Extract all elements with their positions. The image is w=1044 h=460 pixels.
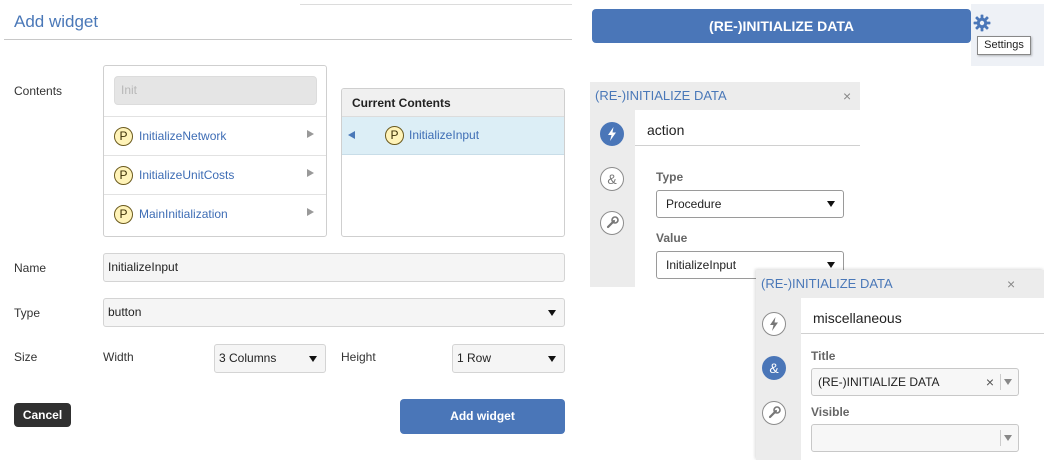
wrench-icon[interactable] [600,211,624,235]
panel-content: miscellaneous Title (RE-)INITIALIZE DATA… [801,298,1044,460]
list-item-initialize-unit-costs[interactable]: P InitializeUnitCosts [104,155,326,194]
width-select-value: 3 Columns [219,351,277,365]
name-label: Name [14,261,47,275]
ampersand-icon[interactable]: & [600,167,624,191]
name-field[interactable]: InitializeInput [103,253,565,282]
select-divider [1000,374,1001,390]
title-select[interactable]: (RE-)INITIALIZE DATA × [811,368,1019,396]
chevron-down-icon [309,356,317,362]
lightning-icon[interactable] [762,312,786,336]
height-label: Height [341,350,376,364]
panel-title: (RE-)INITIALIZE DATA [590,82,860,110]
dialog-title-divider [4,39,572,40]
procedure-icon: P [114,205,133,224]
chevron-down-icon [827,201,835,207]
width-select[interactable]: 3 Columns [214,344,326,373]
title-label: Title [811,349,836,363]
list-item-main-initialization[interactable]: P MainInitialization [104,194,326,233]
visible-label: Visible [811,405,850,419]
chevron-down-icon [1004,435,1012,441]
lightning-icon[interactable] [600,122,624,146]
chevron-down-icon [548,310,556,316]
size-label: Size [14,350,38,364]
add-widget-button[interactable]: Add widget [400,399,565,434]
available-items-list: Init P InitializeNetwork P InitializeUni… [103,65,327,237]
current-contents-list: Current Contents P InitializeInput [341,88,565,237]
list-item-label: MainInitialization [139,207,228,221]
type-label: Type [656,170,684,184]
type-select-value: button [108,305,142,319]
height-select[interactable]: 1 Row [452,344,565,373]
close-icon[interactable]: × [1007,270,1015,298]
chevron-down-icon [827,262,835,268]
section-miscellaneous: miscellaneous [801,302,1044,334]
action-settings-panel: (RE-)INITIALIZE DATA × & action Type Pro… [590,82,860,287]
width-label: Width [103,350,134,364]
wrench-icon[interactable] [762,401,786,425]
dialog-title: Add widget [14,12,99,31]
chevron-down-icon [548,356,556,362]
dialog-top-divider [300,4,572,5]
panel-sidebar: & [590,110,635,287]
procedure-icon: P [114,166,133,185]
contents-label: Contents [14,84,63,98]
select-divider [1000,430,1001,446]
value-label: Value [656,231,688,245]
procedure-icon: P [385,126,404,145]
title-select-value: (RE-)INITIALIZE DATA [818,375,940,389]
move-right-arrow-icon[interactable] [307,169,314,177]
panel-sidebar: & [756,298,801,460]
visible-select[interactable] [811,424,1019,452]
ampersand-icon[interactable]: & [762,356,786,380]
section-action: action [635,114,860,146]
initialize-data-widget-button[interactable]: (RE-)INITIALIZE DATA [592,9,971,43]
height-select-value: 1 Row [457,351,492,365]
procedure-icon: P [114,127,133,146]
cancel-button[interactable]: Cancel [14,403,71,427]
search-input[interactable]: Init [114,76,317,105]
value-select-value: InitializeInput [666,258,737,272]
list-item-initialize-network[interactable]: P InitializeNetwork [104,116,326,155]
list-item-label: InitializeUnitCosts [139,168,235,182]
panel-content: action Type Procedure Value InitializeIn… [635,110,860,287]
list-item-label: InitializeNetwork [139,129,227,143]
move-right-arrow-icon[interactable] [307,130,314,138]
current-item-label: InitializeInput [409,128,480,142]
gear-icon[interactable] [973,14,991,32]
panel-title: (RE-)INITIALIZE DATA [756,270,1044,298]
clear-icon[interactable]: × [986,369,994,395]
chevron-down-icon [1004,379,1012,385]
type-select[interactable]: button [103,298,565,327]
type-select-value: Procedure [666,197,722,211]
misc-settings-panel: (RE-)INITIALIZE DATA × & miscellaneous T… [756,270,1044,460]
type-select[interactable]: Procedure [656,190,844,218]
move-left-arrow-icon[interactable] [348,131,355,139]
type-label: Type [14,306,41,320]
current-item-initialize-input[interactable]: P InitializeInput [342,117,564,155]
current-contents-header: Current Contents [342,89,564,117]
close-icon[interactable]: × [843,82,851,110]
move-right-arrow-icon[interactable] [307,208,314,216]
settings-tooltip: Settings [977,36,1031,55]
